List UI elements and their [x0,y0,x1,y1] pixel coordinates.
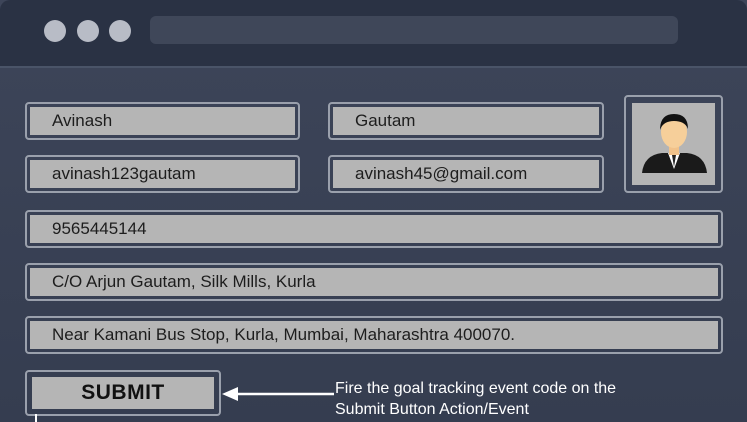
address-line1-field[interactable]: C/O Arjun Gautam, Silk Mills, Kurla [25,263,723,301]
avatar-upload[interactable] [624,95,723,193]
email-value: avinash45@gmail.com [333,160,599,188]
title-bar [0,0,747,68]
phone-value: 9565445144 [30,215,718,243]
address-line1-value: C/O Arjun Gautam, Silk Mills, Kurla [30,268,718,296]
text-cursor [35,414,37,422]
window-minimize-dot[interactable] [77,20,99,42]
window-maximize-dot[interactable] [109,20,131,42]
submit-button[interactable]: SUBMIT [32,377,214,409]
avatar [632,103,715,185]
address-bar[interactable] [150,16,678,44]
annotation-text: Fire the goal tracking event code on the… [335,378,735,420]
first-name-value: Avinash [30,107,295,135]
first-name-field[interactable]: Avinash [25,102,300,140]
username-value: avinash123gautam [30,160,295,188]
annotation-line-1: Fire the goal tracking event code on the [335,380,617,397]
last-name-value: Gautam [333,107,599,135]
window-close-dot[interactable] [44,20,66,42]
submit-button-frame[interactable]: SUBMIT [25,370,221,416]
email-field[interactable]: avinash45@gmail.com [328,155,604,193]
annotation-line-2: Submit Button Action/Event [335,401,529,418]
address-line2-field[interactable]: Near Kamani Bus Stop, Kurla, Mumbai, Mah… [25,316,723,354]
phone-field[interactable]: 9565445144 [25,210,723,248]
user-avatar-icon [642,114,707,173]
last-name-field[interactable]: Gautam [328,102,604,140]
address-line2-value: Near Kamani Bus Stop, Kurla, Mumbai, Mah… [30,321,718,349]
browser-window: Avinash Gautam avinash123gautam avinash4… [0,0,747,422]
username-field[interactable]: avinash123gautam [25,155,300,193]
left-arrow-icon [222,387,334,401]
